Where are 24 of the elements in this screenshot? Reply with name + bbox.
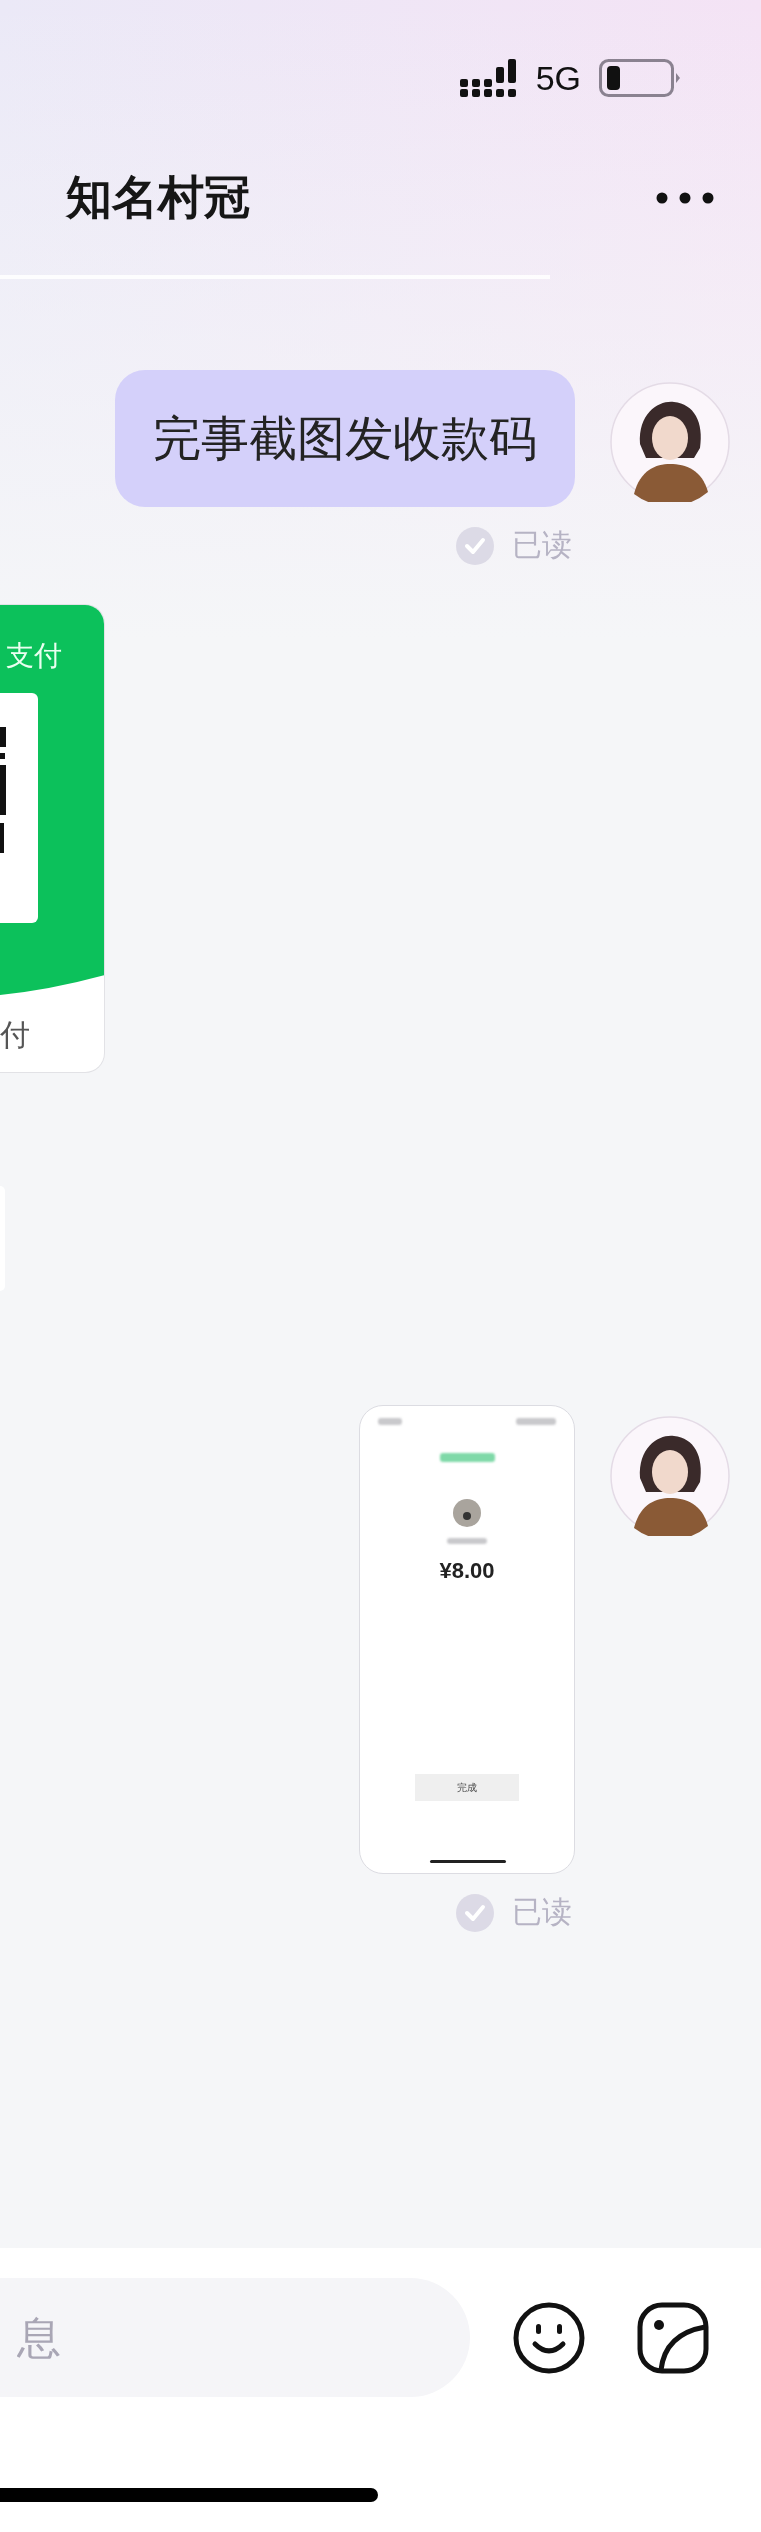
network-label: 5G — [535, 58, 581, 98]
payment-card[interactable]: 支付 付 — [0, 604, 105, 1073]
more-icon[interactable] — [655, 190, 715, 205]
emoji-icon[interactable] — [513, 2301, 585, 2374]
avatar-icon — [452, 1498, 482, 1528]
message-bubble: 完事截图发收款码 — [115, 370, 575, 507]
message-input[interactable]: 息 — [0, 2278, 470, 2397]
screenshot-thumbnail[interactable]: ¥8.00 完成 — [359, 1405, 575, 1874]
read-status: 已读 — [512, 526, 572, 564]
payment-amount: ¥8.00 — [439, 1558, 495, 1584]
blurred-text — [439, 1453, 495, 1462]
read-status: 已读 — [512, 1893, 572, 1931]
chat-title: 知名村冠 — [66, 168, 250, 226]
sticker-icon[interactable] — [637, 2301, 709, 2374]
blurred-text — [516, 1418, 556, 1425]
blurred-text — [378, 1418, 402, 1425]
blurred-text — [447, 1538, 487, 1544]
avatar[interactable] — [610, 382, 730, 502]
signal-icon — [459, 59, 518, 97]
card-title: 支付 — [6, 638, 62, 674]
card-footer: 付 — [0, 1015, 30, 1056]
done-button[interactable]: 完成 — [415, 1774, 519, 1801]
avatar[interactable] — [610, 1416, 730, 1536]
battery-icon — [599, 59, 681, 97]
